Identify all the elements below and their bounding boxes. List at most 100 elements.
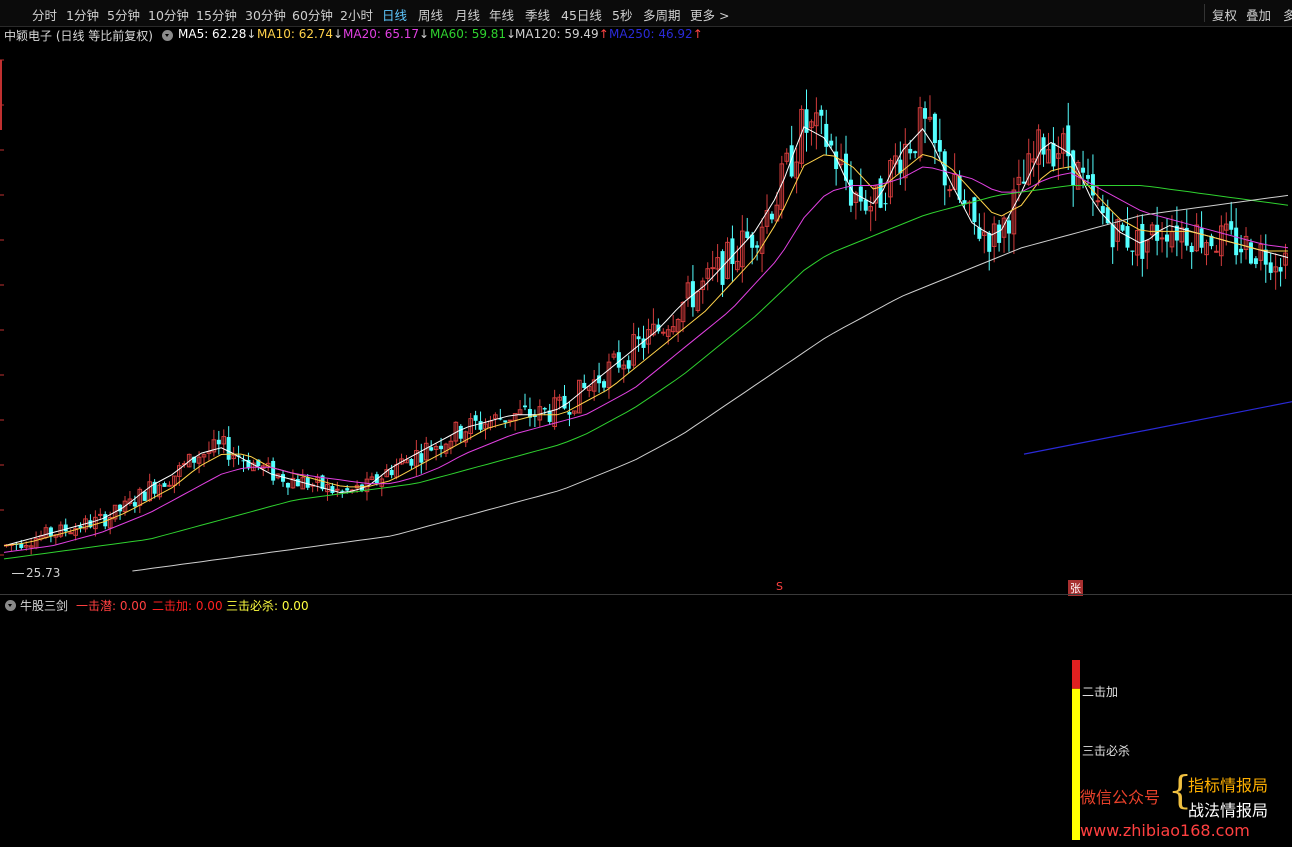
candle-body-down [162,483,167,487]
candle-body-down [142,491,147,501]
candle-body-down [769,213,774,220]
candle-body-down [1120,224,1125,231]
candle-body-down [542,408,547,410]
candle-body-up [1159,237,1165,240]
candle-body-down [330,486,335,493]
candle-body-down [429,447,434,451]
candle-body-up [335,488,340,491]
candle-body-down [997,224,1002,243]
candle-body-down [523,405,528,408]
candle-body-down [848,179,853,206]
candle-body-down [863,199,868,211]
candle-body-up [947,189,953,192]
candle-body-up [68,532,73,535]
panel-divider[interactable] [0,594,1292,595]
candle-body-up [98,513,103,516]
candle-body-down [1229,221,1234,230]
candle-body-down [295,479,300,487]
candle-body-down [305,477,310,488]
candle-body-down [745,231,750,238]
candle-body-down [1239,248,1244,253]
candle-body-down [562,395,567,409]
ma60-line [3,185,1289,560]
candle-body-down [858,186,863,202]
candle-body-down [932,113,937,144]
watermark-wechat: 微信公众号 [1080,788,1161,807]
candle-body-down [48,527,53,537]
candle-body-down [1248,242,1253,264]
candle-body-down [1199,228,1204,248]
candle-body-down [409,459,414,466]
candle-body-down [1051,143,1056,167]
candle-body-down [1081,167,1086,173]
candle-body-down [942,151,947,186]
candle-body-down [503,420,508,423]
indicator-bar-red [1072,660,1080,689]
candle-body-down [730,238,735,265]
candle-body-down [340,490,345,492]
candle-body-down [819,109,824,116]
candle-body-down [1268,262,1273,273]
candle-body-down [458,425,463,439]
indicator-bar-yellow [1072,688,1080,840]
candle-body-down [908,148,913,154]
candle-body-down [285,482,290,488]
ma5-line [3,126,1289,547]
candle-body-down [1041,137,1046,155]
candle-body-down [473,415,478,421]
candle-body-down [1189,245,1194,253]
candle-body-down [547,410,552,422]
candle-body-down [1234,227,1239,256]
candle-body-down [478,421,483,430]
candle-body-down [1110,224,1115,248]
watermark-account2: 战法情报局 [1188,801,1269,820]
candle-body-down [602,381,607,388]
candle-body-up [710,267,715,270]
candle-body-down [216,439,221,445]
candle-body-down [883,203,888,205]
candle-body-down [636,336,641,340]
candle-body-up [507,419,513,422]
candle-body-down [626,360,631,369]
candle-body-down [226,437,231,460]
bar-label-sanjibisha: 三击必杀 [1082,744,1131,758]
candle-body-down [1130,250,1135,252]
candle-body-down [1100,206,1105,214]
candle-body-down [923,108,928,119]
candle-body-down [389,469,394,476]
bar-label-erjijia: 二击加 [1082,685,1119,699]
candle-body-down [1085,175,1090,179]
signal-marker-s: S [776,580,783,593]
candle-body-up [660,331,666,334]
candle-body-down [19,543,24,548]
price-chart[interactable] [0,0,1292,847]
indicator-name: 牛股三剑 [20,599,69,613]
ma250-line [1023,401,1292,455]
low-price-pointer [12,573,24,574]
ma120-line [132,194,1289,572]
candle-body-down [345,488,350,491]
indicator-collapse-icon[interactable] [5,600,16,611]
candle-body-down [132,502,137,507]
candle-body-down [63,524,68,532]
candle-body-up [167,484,172,487]
watermark-url: www.zhibiao168.com [1080,821,1250,840]
candle-body-down [987,232,992,252]
candle-body-down [913,151,918,154]
candle-body-down [1006,220,1011,234]
candle-body-down [1278,267,1283,272]
candle-body-down [419,453,424,463]
candle-body-up [1214,250,1219,253]
candle-body-down [789,145,794,177]
indicator-value-0: 一击潜: 0.00 [76,599,147,613]
low-price-label: 25.73 [26,566,61,580]
candle-body-down [755,245,760,248]
indicator-value-2: 三击必杀: 0.00 [226,599,309,613]
watermark-account1: 指标情报局 [1188,776,1269,795]
candle-body-down [582,382,587,388]
candle-body-down [1253,258,1258,265]
candle-body-up [1095,200,1101,203]
indicator-value-1: 二击加: 0.00 [152,599,223,613]
candle-body-down [937,140,942,152]
candle-body-down [567,411,572,415]
